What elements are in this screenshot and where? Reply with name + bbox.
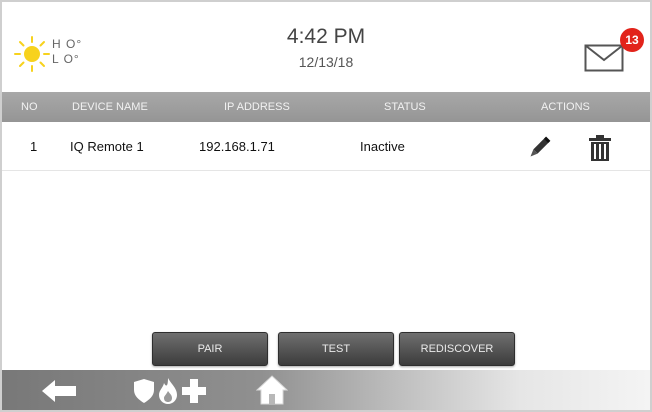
medical-cross-icon[interactable] [182, 379, 206, 403]
ip-address: 192.168.1.71 [199, 139, 275, 154]
column-header-device-name: DEVICE NAME [72, 101, 148, 113]
sun-icon [14, 36, 50, 72]
clock: 4:42 PM 12/13/18 [226, 24, 426, 72]
back-arrow-icon[interactable] [42, 380, 76, 402]
device-list-screen: H O° L O° 4:42 PM 12/13/18 13 NO DEVICE … [0, 0, 652, 412]
pair-button[interactable]: PAIR [152, 332, 268, 366]
messages-button[interactable]: 13 [584, 28, 644, 76]
column-header-ip-address: IP ADDRESS [224, 101, 290, 113]
test-button[interactable]: TEST [278, 332, 394, 366]
bottom-nav-bar [2, 370, 650, 410]
unread-count-badge: 13 [620, 28, 644, 52]
table-row[interactable]: 1 IQ Remote 1 192.168.1.71 Inactive [2, 123, 650, 171]
device-name: IQ Remote 1 [70, 139, 144, 154]
home-icon[interactable] [256, 375, 288, 405]
column-header-no: NO [21, 101, 38, 113]
temperature-readout: H O° L O° [52, 37, 82, 67]
row-number: 1 [30, 139, 38, 154]
weather-widget[interactable]: H O° L O° [12, 34, 112, 74]
temperature-low: L O° [52, 52, 80, 66]
current-date: 12/13/18 [298, 54, 354, 70]
shield-icon[interactable] [134, 379, 154, 403]
table-header: NO DEVICE NAME IP ADDRESS STATUS ACTIONS [2, 92, 650, 122]
column-header-actions: ACTIONS [541, 101, 590, 113]
column-header-status: STATUS [384, 101, 426, 113]
envelope-icon [584, 44, 624, 72]
pencil-icon[interactable] [526, 135, 552, 161]
current-time: 4:42 PM [286, 25, 366, 48]
temperature-high: H O° [52, 37, 83, 51]
rediscover-button[interactable]: REDISCOVER [399, 332, 515, 366]
status-header: H O° L O° 4:42 PM 12/13/18 13 [2, 2, 650, 90]
trash-icon[interactable] [588, 135, 612, 161]
device-status: Inactive [360, 139, 405, 154]
flame-icon[interactable] [159, 378, 177, 404]
